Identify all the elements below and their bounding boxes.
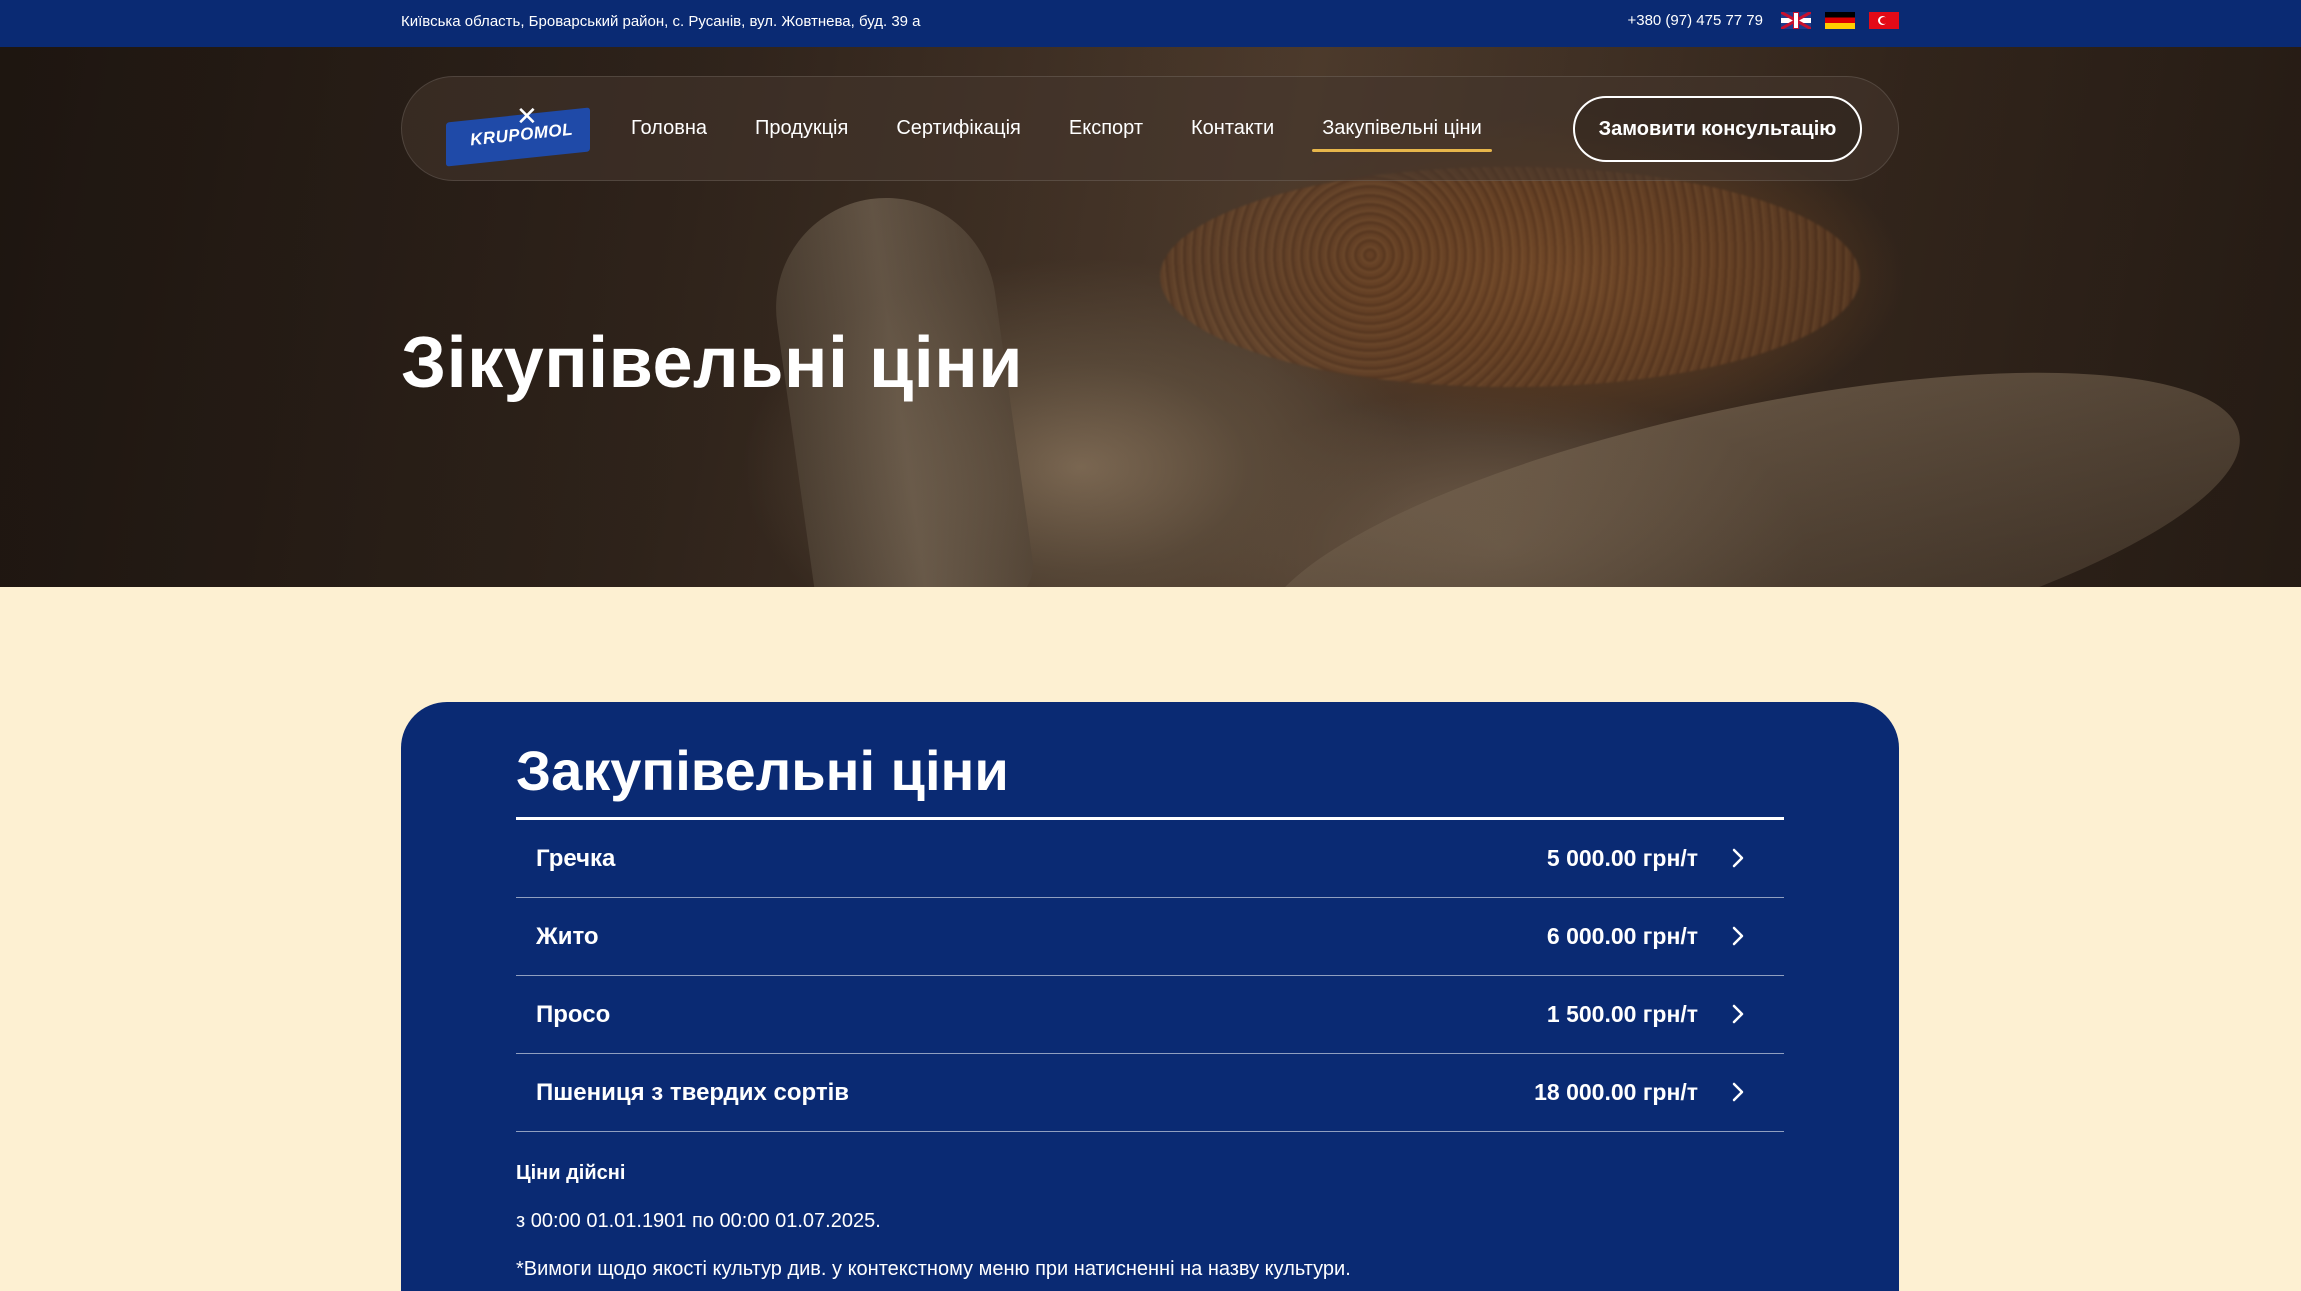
prices-card: Закупівельні ціни Гречка 5 000.00 грн/т …: [401, 702, 1899, 1291]
crop-name[interactable]: Пшениця з твердих сортів: [536, 1079, 849, 1107]
nav-item-export[interactable]: Експорт: [1069, 117, 1143, 140]
nav-item-certification[interactable]: Сертифікація: [896, 117, 1021, 140]
chevron-right-icon[interactable]: [1728, 1082, 1748, 1102]
price-row[interactable]: Просо 1 500.00 грн/т: [516, 976, 1784, 1054]
english-flag-icon[interactable]: [1781, 12, 1811, 29]
crop-price: 18 000.00 грн/т: [1534, 1079, 1698, 1105]
nav-item-contacts[interactable]: Контакти: [1191, 117, 1274, 140]
address-text: Київська область, Броварський район, с. …: [401, 13, 921, 30]
price-row[interactable]: Гречка 5 000.00 грн/т: [516, 820, 1784, 898]
price-row[interactable]: Жито 6 000.00 грн/т: [516, 898, 1784, 976]
nav-item-purchase-prices[interactable]: Закупівельні ціни: [1312, 117, 1492, 152]
nav-item-home[interactable]: Головна: [631, 117, 707, 140]
crop-name[interactable]: Просо: [536, 1001, 610, 1029]
chevron-right-icon[interactable]: [1728, 848, 1748, 868]
crop-price: 6 000.00 грн/т: [1546, 923, 1698, 949]
nav-item-products[interactable]: Продукція: [755, 117, 848, 140]
price-list: Гречка 5 000.00 грн/т Жито 6 000.00 грн/…: [516, 820, 1784, 1132]
crop-price: 1 500.00 грн/т: [1546, 1001, 1698, 1027]
top-bar-right: +380 (97) 475 77 79: [1627, 12, 1899, 29]
main-navigation: ✕ KRUPOMOL Головна Продукція Сертифікаці…: [401, 76, 1899, 181]
crop-name[interactable]: Гречка: [536, 845, 615, 873]
krupomol-logo[interactable]: ✕ KRUPOMOL: [446, 101, 590, 167]
hero-title: Зікупівельні ціни: [401, 323, 1024, 403]
quality-note: *Вимоги щодо якості культур див. у конте…: [516, 1258, 1351, 1280]
crop-name[interactable]: Жито: [536, 923, 599, 951]
chevron-right-icon[interactable]: [1728, 1004, 1748, 1024]
phone-link[interactable]: +380 (97) 475 77 79: [1627, 12, 1763, 29]
order-consultation-button[interactable]: Замовити консультацію: [1573, 96, 1862, 162]
top-info-bar: Київська область, Броварський район, с. …: [0, 0, 2301, 47]
turkish-flag-icon[interactable]: [1869, 12, 1899, 29]
german-flag-icon[interactable]: [1825, 12, 1855, 29]
chevron-right-icon[interactable]: [1728, 926, 1748, 946]
crop-price: 5 000.00 грн/т: [1546, 845, 1698, 871]
validity-label: Ціни дійсні: [516, 1162, 626, 1184]
nav-menu: Головна Продукція Сертифікація Експорт К…: [631, 117, 1492, 152]
prices-title: Закупівельні ціни: [516, 739, 1009, 802]
price-row[interactable]: Пшениця з твердих сортів 18 000.00 грн/т: [516, 1054, 1784, 1132]
validity-range: з 00:00 01.01.1901 по 00:00 01.07.2025.: [516, 1210, 881, 1232]
